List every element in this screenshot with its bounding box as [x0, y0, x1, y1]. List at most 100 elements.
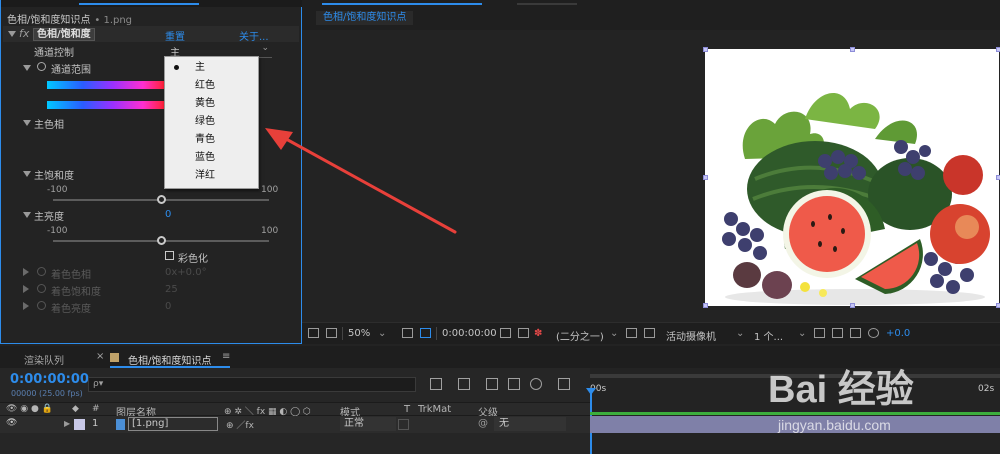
table-row[interactable]: 👁 ▶ 1 [1.png] ⊕ ／fx 正常 @ 无: [0, 416, 590, 433]
transform-handle[interactable]: [703, 175, 708, 180]
dropdown-option-green[interactable]: 绿色: [165, 113, 258, 131]
comp-flowchart-icon[interactable]: [850, 328, 861, 338]
viewer-timecode[interactable]: 0:00:00:00: [442, 328, 497, 339]
dropdown-option-yellow[interactable]: 黄色: [165, 95, 258, 113]
master-saturation-label: 主饱和度: [34, 171, 74, 182]
timeline-icon[interactable]: [832, 328, 843, 338]
transform-handle[interactable]: [996, 303, 1000, 308]
chevron-down-icon: ⌄: [261, 43, 269, 53]
transform-handle[interactable]: [996, 47, 1000, 52]
timeline-comp-tab[interactable]: 色相/饱和度知识点: [128, 352, 211, 367]
snapshot-icon[interactable]: [500, 328, 511, 338]
panel-menu-icon[interactable]: ≡: [222, 351, 230, 362]
colorize-lightness-label: 着色亮度: [51, 304, 91, 315]
layer-name[interactable]: [1.png]: [128, 417, 218, 431]
effect-name[interactable]: 色相/饱和度: [33, 28, 95, 41]
exposure-reset-icon[interactable]: [868, 328, 879, 338]
dropdown-option-blue[interactable]: 蓝色: [165, 149, 258, 167]
lightness-min: -100: [47, 226, 68, 236]
stopwatch-icon[interactable]: [37, 301, 46, 310]
transform-handle[interactable]: [850, 303, 855, 308]
eye-icon[interactable]: 👁: [6, 418, 17, 428]
transparency-grid-icon[interactable]: [644, 328, 655, 338]
colorize-hue-value[interactable]: 0x+0.0°: [165, 267, 207, 278]
dropdown-option-magenta[interactable]: 洋红: [165, 167, 258, 185]
draft-3d-icon[interactable]: [458, 378, 470, 390]
layer-switch-icons[interactable]: ⊕ ／fx: [226, 418, 254, 431]
exposure-value[interactable]: +0.0: [886, 328, 910, 339]
chevron-down-icon: ⌄: [798, 328, 807, 339]
about-link[interactable]: 关于...: [239, 28, 269, 43]
camera-select[interactable]: 活动摄像机: [666, 328, 716, 343]
expand-triangle-icon[interactable]: [23, 171, 31, 177]
pick-whip-icon[interactable]: @: [478, 418, 488, 429]
layer-index: 1: [92, 418, 99, 429]
grid-guide-icon[interactable]: [420, 328, 431, 338]
color-channel-icon[interactable]: ✽: [534, 328, 542, 339]
channel-range-gradient-top: [47, 81, 167, 89]
transform-handle[interactable]: [703, 303, 708, 308]
resolution-select[interactable]: (二分之一): [556, 328, 604, 343]
effect-controls-file-label: 色相/饱和度知识点 • 1.png: [7, 15, 133, 26]
toggle-pixel-icon[interactable]: [814, 328, 825, 338]
effect-header-row[interactable]: fx 色相/饱和度 重置 关于...: [3, 26, 299, 43]
lightness-value[interactable]: 0: [165, 209, 171, 220]
transform-handle[interactable]: [996, 175, 1000, 180]
fx-icon[interactable]: fx: [19, 27, 29, 40]
expand-triangle-icon[interactable]: ▶: [64, 419, 70, 428]
stopwatch-icon[interactable]: [37, 267, 46, 276]
chevron-down-icon: ⌄: [736, 328, 745, 339]
layer-parent-select[interactable]: 无: [494, 417, 566, 431]
colorize-saturation-label: 着色饱和度: [51, 287, 101, 298]
av-switches-icon[interactable]: 👁 ◉ ● 🔒: [6, 404, 53, 414]
frame-blending-icon[interactable]: [508, 378, 520, 390]
render-queue-tab[interactable]: 渲染队列: [24, 352, 64, 367]
layer-label-color[interactable]: [74, 419, 85, 430]
transform-handle[interactable]: [850, 47, 855, 52]
fast-previews-icon[interactable]: [626, 328, 637, 338]
shy-layers-icon[interactable]: [486, 378, 498, 390]
colorize-saturation-value[interactable]: 25: [165, 284, 178, 295]
expand-triangle-icon[interactable]: [23, 302, 29, 310]
label-icon[interactable]: ◆: [72, 404, 79, 414]
composition-mini-flowchart-icon[interactable]: [430, 378, 442, 390]
expand-triangle-icon[interactable]: [23, 120, 31, 126]
zoom-select[interactable]: 50%: [348, 328, 370, 339]
fit-icon[interactable]: [402, 328, 413, 338]
stopwatch-icon[interactable]: [37, 62, 46, 71]
close-icon[interactable]: ×: [96, 351, 104, 362]
panel-tab-strip: [1, 0, 303, 7]
composition-breadcrumb[interactable]: 色相/饱和度知识点: [316, 11, 414, 25]
expand-triangle-icon[interactable]: [23, 285, 29, 293]
region-of-interest-icon[interactable]: [308, 328, 319, 338]
expand-triangle-icon[interactable]: [23, 212, 31, 218]
baidu-watermark-logo: Bai 经验 jingyan.baidu.com: [768, 369, 914, 433]
reset-link[interactable]: 重置: [165, 28, 185, 43]
dropdown-option-master[interactable]: 主: [165, 59, 258, 77]
dropdown-option-red[interactable]: 红色: [165, 77, 258, 95]
saturation-slider-knob[interactable]: [157, 195, 166, 204]
transform-handle[interactable]: [703, 47, 708, 52]
colorize-lightness-value[interactable]: 0: [165, 301, 171, 312]
layer-mode-select[interactable]: 正常: [340, 417, 396, 431]
show-snapshot-icon[interactable]: [518, 328, 529, 338]
colorize-checkbox[interactable]: [165, 251, 174, 260]
timeline-fps: 00000 (25.00 fps): [11, 389, 83, 398]
views-select[interactable]: 1 个...: [754, 328, 783, 343]
monitor-icon[interactable]: [326, 328, 337, 338]
trkmat-column[interactable]: TrkMat: [418, 404, 451, 415]
playhead-icon[interactable]: [586, 388, 596, 395]
expand-triangle-icon[interactable]: [23, 65, 31, 71]
expand-triangle-icon[interactable]: [23, 268, 29, 276]
graph-editor-icon[interactable]: [558, 378, 570, 390]
dropdown-option-cyan[interactable]: 青色: [165, 131, 258, 149]
stopwatch-icon[interactable]: [37, 284, 46, 293]
preserve-transparency-checkbox[interactable]: [398, 419, 409, 430]
lightness-slider-knob[interactable]: [157, 236, 166, 245]
timeline-timecode[interactable]: 0:00:00:00: [10, 372, 89, 387]
collapse-triangle-icon[interactable]: [8, 31, 16, 37]
motion-blur-icon[interactable]: [530, 378, 542, 390]
layer-search-input[interactable]: ρ▾: [88, 377, 416, 392]
channel-dropdown-menu: 主 红色 黄色 绿色 青色 蓝色 洋红: [164, 56, 259, 189]
composition-panel-tabs: 色相/饱和度知识点: [302, 0, 1000, 30]
